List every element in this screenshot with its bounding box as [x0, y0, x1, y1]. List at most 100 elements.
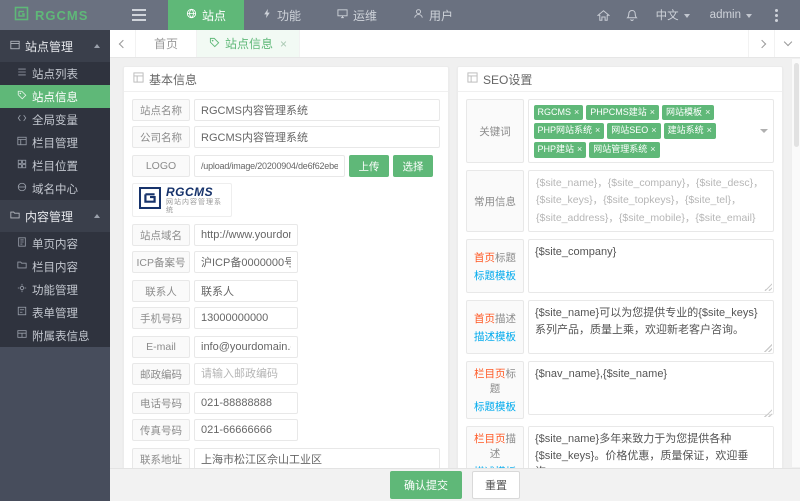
sidebar-item-column-position[interactable]: 栏目位置 — [0, 154, 110, 177]
tel-input[interactable] — [194, 392, 298, 414]
user-dropdown[interactable]: admin — [700, 9, 762, 21]
icp-input[interactable] — [194, 251, 298, 273]
close-icon[interactable]: × — [595, 125, 600, 137]
form-icon — [17, 306, 27, 319]
close-icon[interactable]: × — [707, 125, 712, 137]
keyword-tag[interactable]: 建站系统 × — [663, 123, 716, 139]
close-icon[interactable]: × — [577, 144, 582, 156]
panel-title: SEO设置 — [483, 72, 533, 87]
sidebar-item-attached-table[interactable]: 附属表信息 — [0, 324, 110, 347]
zipcode-input[interactable] — [194, 363, 298, 385]
sidebar-item-function-mgmt[interactable]: 功能管理 — [0, 278, 110, 301]
keyword-tag[interactable]: 网站管理系统 × — [589, 141, 660, 158]
sidebar-item-site-list[interactable]: 站点列表 — [0, 62, 110, 85]
contact-input[interactable] — [194, 280, 298, 302]
language-dropdown[interactable]: 中文 — [646, 7, 700, 23]
chevron-down-icon — [746, 13, 752, 21]
email-input[interactable] — [194, 336, 298, 358]
item-label: 域名中心 — [32, 183, 78, 196]
brand-name: RGCMS — [166, 184, 214, 199]
menu-toggle-icon[interactable] — [118, 0, 160, 30]
close-icon[interactable]: × — [650, 144, 655, 156]
field-logo: LOGO 上传 选择 — [132, 155, 440, 177]
keyword-tag-label: PHPCMS建站 — [590, 106, 647, 117]
group-label: 站点管理 — [25, 39, 74, 54]
tabs-dropdown-button[interactable] — [774, 30, 800, 57]
tag-icon — [17, 90, 27, 103]
home-icon[interactable] — [590, 0, 618, 30]
group-label: 内容管理 — [25, 209, 74, 224]
keyword-tag[interactable]: PHP网站系统 × — [533, 123, 605, 139]
close-icon[interactable]: × — [705, 107, 710, 119]
top-header: RGCMS 站点 功能 运维 用户 中文 admin — [0, 0, 800, 30]
site-domain-input[interactable] — [194, 224, 298, 246]
nav-item-ops[interactable]: 运维 — [319, 0, 395, 30]
item-label: 附属表信息 — [32, 330, 90, 343]
fax-input[interactable] — [194, 419, 298, 441]
reset-button[interactable]: 重置 — [472, 471, 520, 499]
nav-item-function[interactable]: 功能 — [244, 0, 319, 30]
tab-home[interactable]: 首页 — [136, 30, 198, 57]
nav-title-textarea[interactable]: {$nav_name},{$site_name} — [528, 361, 774, 415]
title-template-link[interactable]: 标题模板 — [474, 399, 516, 414]
chevron-right-icon — [757, 39, 766, 48]
nav-item-user[interactable]: 用户 — [395, 0, 471, 30]
sidebar-item-domain-center[interactable]: 域名中心 — [0, 177, 110, 200]
keyword-tag[interactable]: 网站模板 × — [662, 104, 715, 121]
chevron-up-icon — [94, 41, 100, 48]
scrollbar-thumb[interactable] — [793, 63, 799, 147]
keyword-tag-label: PHP建站 — [537, 143, 575, 154]
scrollbar-track[interactable] — [791, 59, 800, 467]
close-icon[interactable]: × — [280, 37, 287, 51]
field-label: 常用信息 — [466, 170, 524, 232]
address-input[interactable] — [194, 448, 440, 470]
home-desc-textarea[interactable]: {$site_name}可以为您提供专业的{$site_keys}系列产品，质量… — [528, 300, 774, 354]
more-menu-icon[interactable] — [762, 0, 790, 30]
sidebar-item-site-info[interactable]: 站点信息 — [0, 85, 110, 108]
close-icon[interactable]: × — [651, 125, 656, 137]
tab-site-info[interactable]: 站点信息 × — [197, 30, 301, 57]
field-site-name: 站点名称 — [132, 99, 440, 121]
form-footer: 确认提交 重置 — [110, 468, 800, 501]
sidebar-item-column-content[interactable]: 栏目内容 — [0, 255, 110, 278]
bell-icon[interactable] — [618, 0, 646, 30]
keyword-tag[interactable]: 网站SEO × — [607, 123, 661, 139]
nav-item-site[interactable]: 站点 — [168, 0, 245, 30]
sidebar-item-single-page[interactable]: 单页内容 — [0, 232, 110, 255]
sidebar-item-global-vars[interactable]: 全局变量 — [0, 108, 110, 131]
mobile-input[interactable] — [194, 307, 298, 329]
keyword-tag[interactable]: RGCMS × — [533, 104, 584, 121]
item-label: 栏目内容 — [32, 261, 78, 274]
chevron-up-icon — [94, 211, 100, 218]
sidebar-group-content-mgmt[interactable]: 内容管理 — [0, 200, 110, 232]
sidebar-item-form-mgmt[interactable]: 表单管理 — [0, 301, 110, 324]
logo-path-input[interactable] — [194, 155, 345, 177]
keyword-tag[interactable]: PHPCMS建站 × — [586, 104, 660, 121]
home-title-textarea[interactable]: {$site_company} — [528, 239, 774, 293]
upload-button[interactable]: 上传 — [349, 155, 389, 177]
select-button[interactable]: 选择 — [393, 155, 433, 177]
close-icon[interactable]: × — [650, 107, 655, 119]
tabs-scroll-right-button[interactable] — [748, 30, 774, 57]
title-template-link[interactable]: 标题模板 — [474, 268, 516, 283]
field-label-highlight: 栏目页 — [474, 433, 506, 445]
field-label: 站点域名 — [132, 224, 190, 246]
site-name-input[interactable] — [194, 99, 440, 121]
submit-button[interactable]: 确认提交 — [390, 471, 462, 499]
chevron-down-icon[interactable] — [760, 129, 768, 137]
field-common-info: 常用信息 {$site_name}，{$site_company}，{$site… — [466, 170, 774, 232]
field-email: E-mail — [132, 336, 440, 358]
desc-template-link[interactable]: 描述模板 — [474, 329, 516, 344]
keyword-tag-label: 建站系统 — [667, 125, 704, 136]
close-icon[interactable]: × — [574, 107, 579, 119]
company-name-input[interactable] — [194, 126, 440, 148]
keywords-tag-input[interactable]: RGCMS × PHPCMS建站 × 网站模板 × PHP网站系统 × 网站SEO × 建… — [528, 99, 774, 164]
item-label: 单页内容 — [32, 238, 78, 251]
tabs-scroll-left-button[interactable] — [110, 30, 136, 57]
sidebar-group-site-mgmt[interactable]: 站点管理 — [0, 30, 110, 62]
field-label: LOGO — [132, 155, 190, 177]
panel-header: SEO设置 — [458, 67, 782, 92]
keyword-tag[interactable]: PHP建站 × — [533, 141, 587, 158]
app-logo[interactable]: RGCMS — [0, 0, 110, 30]
sidebar-item-column-mgmt[interactable]: 栏目管理 — [0, 131, 110, 154]
